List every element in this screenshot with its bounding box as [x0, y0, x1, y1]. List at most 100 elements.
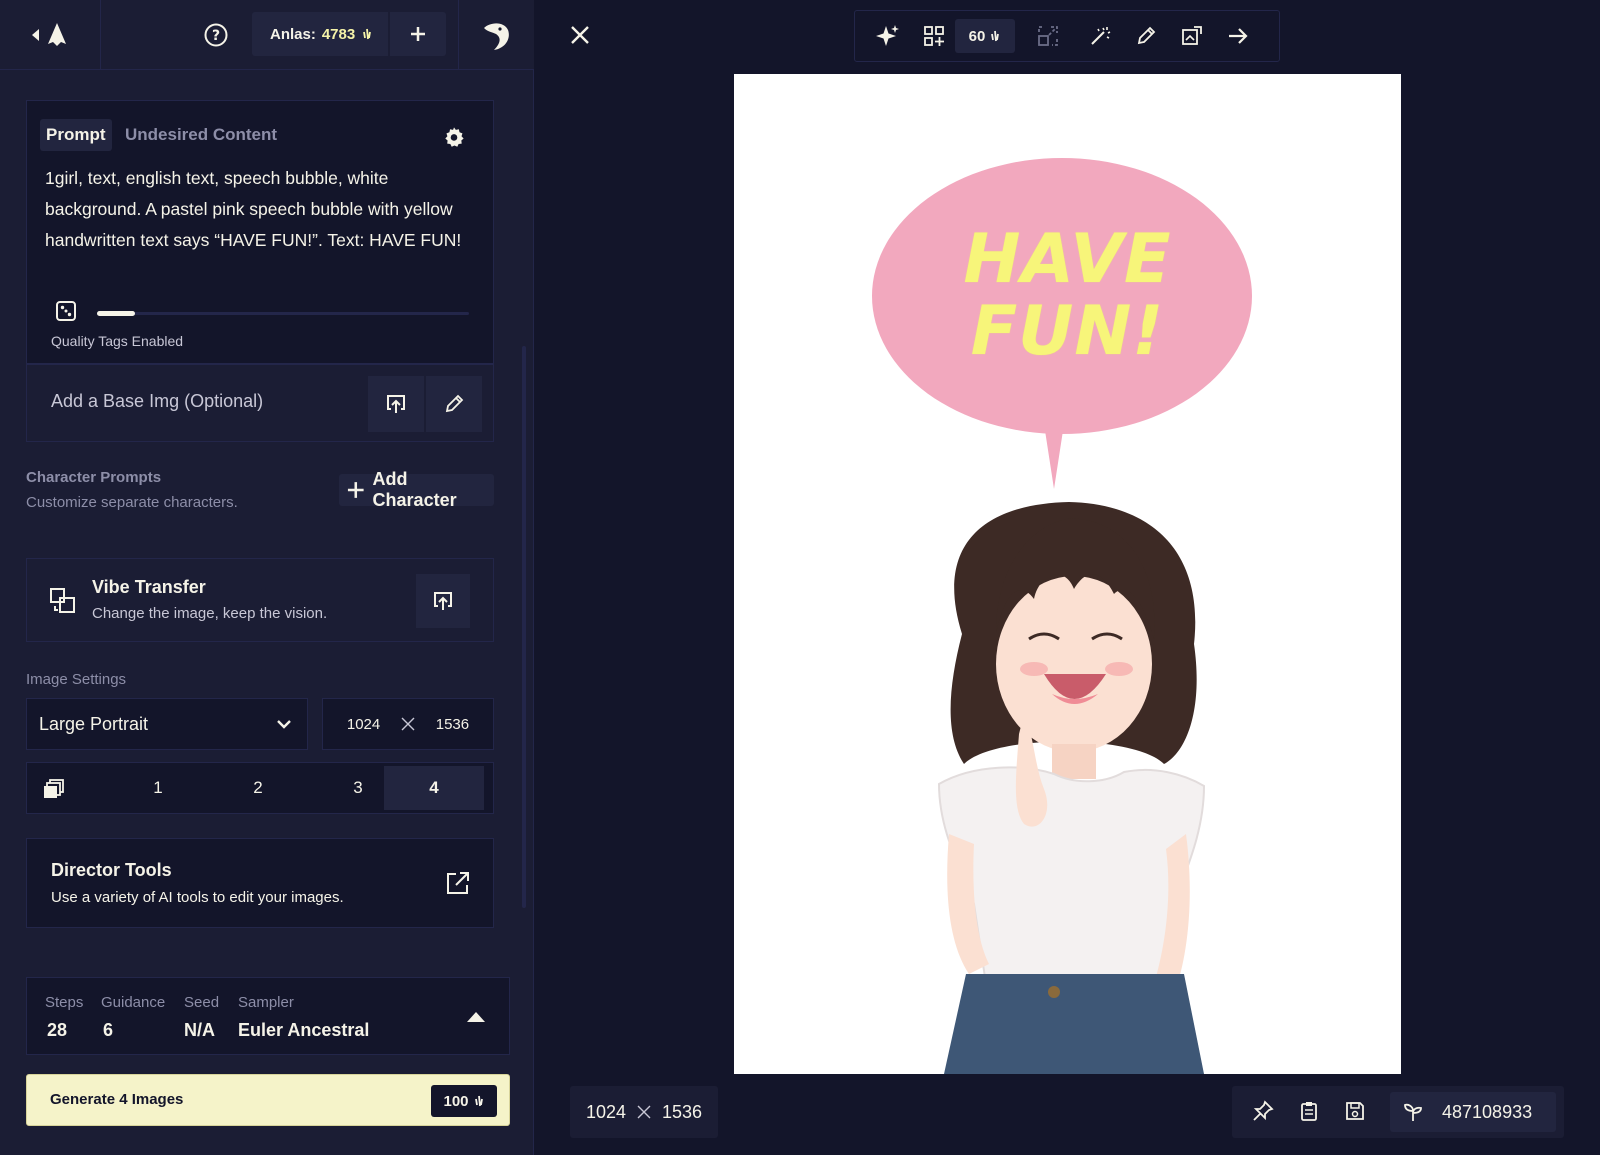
anlas-value: 4783 [321, 25, 356, 43]
steps-label: Steps [45, 994, 84, 1011]
chevron-left-icon [32, 23, 66, 46]
external-link-icon[interactable] [445, 870, 471, 896]
magic-wand-button[interactable] [1081, 17, 1119, 55]
top-bar: ? Anlas: 4783 [0, 0, 534, 70]
prompt-settings-button[interactable] [441, 124, 467, 150]
caret-up-icon [467, 1012, 485, 1022]
upload-icon [434, 592, 452, 610]
use-as-base-button[interactable] [1219, 17, 1257, 55]
inpaint-button[interactable] [1127, 17, 1165, 55]
character-prompts-subtitle: Customize separate characters. [26, 494, 238, 511]
seedling-icon [1404, 1103, 1422, 1121]
draw-base-image-button[interactable] [426, 376, 482, 432]
close-icon [571, 26, 589, 44]
seed-label: Seed [184, 994, 220, 1011]
sparkle-icon [876, 25, 899, 46]
guidance-value: 6 [103, 1020, 114, 1040]
quality-slider-fill [97, 311, 135, 316]
upload-vibe-image-button[interactable] [416, 574, 470, 628]
dice-icon [56, 301, 76, 321]
image-edit-icon [1182, 26, 1202, 45]
image-actions-bar: 487108933 [1232, 1086, 1564, 1138]
toolbar-steps-value: 60 [968, 27, 986, 45]
plus-icon [347, 482, 364, 498]
count-option-2[interactable]: 2 [208, 766, 308, 810]
height-input[interactable]: 1536 [436, 716, 469, 733]
seed-copy-button[interactable]: 487108933 [1390, 1092, 1556, 1132]
generate-button[interactable]: Generate 4 Images 100 [26, 1074, 510, 1126]
size-preset-select[interactable]: Large Portrait [26, 698, 308, 750]
image-toolbar: 60 [854, 10, 1280, 62]
plus-icon [411, 27, 425, 41]
left-panel-scrollbar[interactable] [522, 346, 526, 908]
variations-button[interactable] [915, 17, 953, 55]
vibe-transfer-subtitle: Change the image, keep the vision. [92, 605, 328, 622]
toolbar-steps-cost[interactable]: 60 [955, 19, 1015, 53]
image-to-image-button[interactable] [1173, 17, 1211, 55]
sampler-value: Euler Ancestral [238, 1020, 370, 1040]
help-icon: ? [204, 23, 228, 47]
account-avatar[interactable] [476, 16, 516, 56]
chevron-down-icon [277, 720, 291, 729]
gear-icon [445, 127, 464, 147]
director-tools-section[interactable]: Director Tools Use a variety of AI tools… [26, 838, 494, 928]
randomize-prompt-button[interactable] [55, 299, 77, 323]
expand-params-button[interactable] [461, 1002, 491, 1032]
image-settings-label: Image Settings [26, 671, 127, 688]
vibe-transfer-icon [49, 587, 77, 615]
save-icon [1346, 1102, 1364, 1120]
pin-button[interactable] [1244, 1092, 1282, 1130]
times-icon [401, 717, 415, 731]
vibe-transfer-title: Vibe Transfer [92, 577, 206, 597]
generation-params: Steps 28 Guidance 6 Seed N/A Sampler Eul… [26, 977, 510, 1055]
generated-image[interactable]: HAVE FUN! [734, 74, 1401, 1074]
anlas-icon [363, 28, 372, 40]
close-button[interactable] [566, 21, 594, 49]
count-option-4[interactable]: 4 [384, 766, 484, 810]
clipboard-icon [1301, 1102, 1317, 1121]
speech-bubble-text: HAVE FUN! [734, 224, 1401, 368]
pin-icon [1253, 1100, 1274, 1121]
copy-to-clipboard-button[interactable] [1290, 1092, 1328, 1130]
seed-value-readout: 487108933 [1442, 1101, 1533, 1122]
guidance-label: Guidance [101, 994, 166, 1011]
base-image-section: Add a Base Img (Optional) [26, 364, 494, 442]
add-character-button[interactable]: Add Character [339, 469, 494, 510]
base-image-label: Add a Base Img (Optional) [51, 391, 264, 411]
upscale-button[interactable] [1029, 17, 1067, 55]
steps-value: 28 [47, 1020, 68, 1040]
collapse-panel-button[interactable] [18, 20, 68, 50]
upload-base-image-button[interactable] [368, 376, 424, 432]
size-preset-value: Large Portrait [39, 713, 149, 734]
image-width-readout: 1024 [585, 1101, 626, 1122]
width-input[interactable]: 1024 [347, 716, 380, 733]
quality-tags-label: Quality Tags Enabled [51, 333, 184, 349]
prompt-textarea[interactable]: 1girl, text, english text, speech bubble… [45, 163, 475, 256]
tab-prompt[interactable]: Prompt [40, 119, 112, 151]
generate-cost: 100 [431, 1085, 497, 1117]
generate-label: Generate 4 Images [50, 1091, 184, 1108]
speech-bubble-line-1: HAVE [963, 220, 1172, 299]
pencil-icon [1137, 26, 1156, 45]
times-icon [637, 1105, 651, 1119]
svg-text:?: ? [212, 28, 220, 44]
help-button[interactable]: ? [202, 21, 230, 49]
novelai-logo-icon [48, 23, 66, 46]
save-button[interactable] [1336, 1092, 1374, 1130]
add-character-label: Add Character [372, 469, 457, 510]
tab-undesired-content[interactable]: Undesired Content [125, 119, 277, 151]
prompt-box: Prompt Undesired Content 1girl, text, en… [26, 100, 494, 364]
character-prompts-title: Character Prompts [26, 469, 162, 486]
anlas-balance: Anlas: 4783 [252, 12, 388, 56]
anlas-icon [474, 1095, 483, 1107]
count-option-1[interactable]: 1 [108, 766, 208, 810]
buy-anlas-button[interactable] [390, 12, 446, 56]
dimensions-input: 1024 1536 [322, 698, 494, 750]
vibe-transfer-section: Vibe Transfer Change the image, keep the… [26, 558, 494, 642]
enhance-button[interactable] [869, 17, 907, 55]
director-tools-subtitle: Use a variety of AI tools to edit your i… [51, 889, 344, 906]
images-stack-icon [43, 778, 65, 800]
quality-slider-track[interactable] [97, 312, 469, 315]
upscale-icon [1038, 26, 1058, 46]
grid-plus-icon [924, 26, 944, 46]
